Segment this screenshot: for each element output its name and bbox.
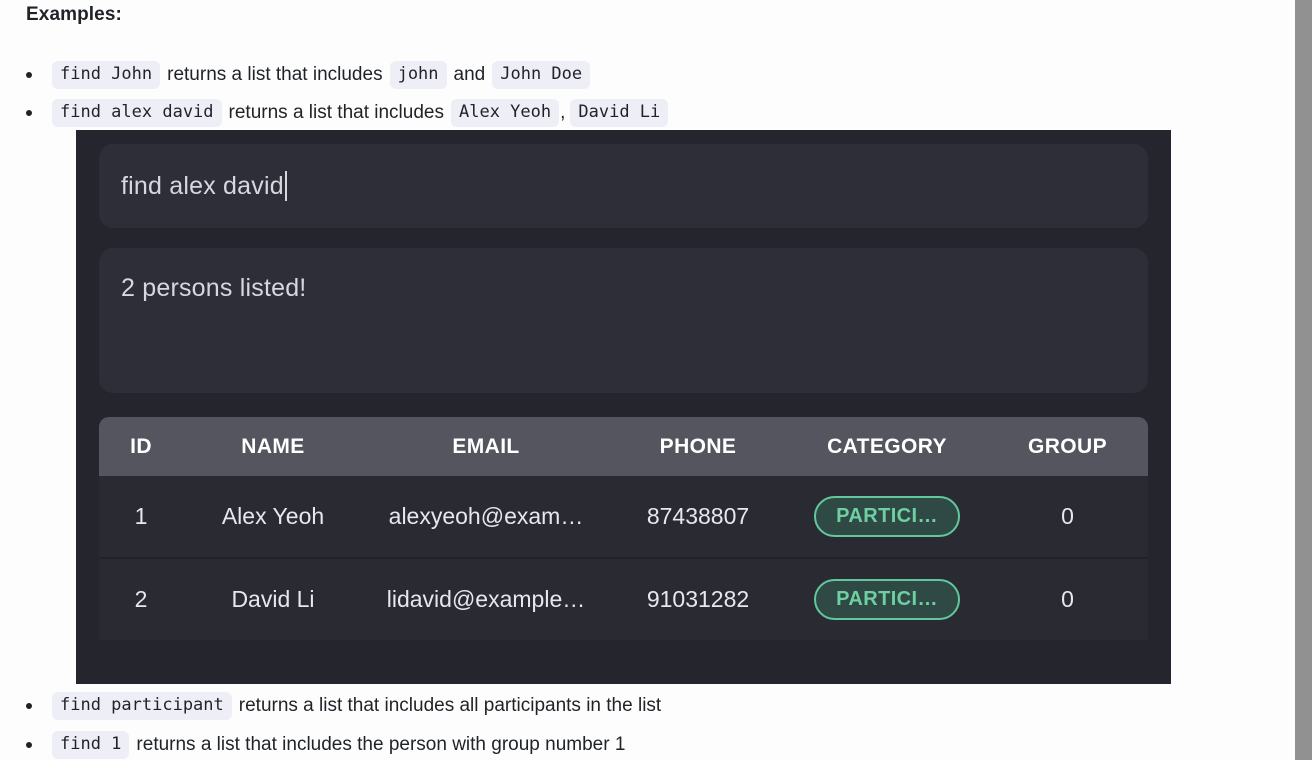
bullet-text-1: returns a list that includes bbox=[167, 64, 383, 86]
person-table-body: 1 Alex Yeoh alexyeoh@exam… 87438807 PART… bbox=[99, 476, 1148, 640]
code-chip-alex-yeoh: Alex Yeoh bbox=[450, 99, 560, 128]
bullet-find-john: find John returns a list that includes j… bbox=[26, 61, 591, 90]
command-input[interactable]: find alex david bbox=[99, 144, 1148, 228]
code-chip-find-alex-david: find alex david bbox=[52, 99, 222, 128]
cell-email: lidavid@example… bbox=[363, 558, 609, 640]
table-row[interactable]: 1 Alex Yeoh alexyeoh@exam… 87438807 PART… bbox=[99, 476, 1148, 559]
table-header-row: ID NAME EMAIL PHONE CATEGORY GROUP bbox=[99, 417, 1148, 476]
bullet-comma: , bbox=[560, 102, 566, 124]
bullet-dot-icon bbox=[26, 742, 32, 749]
column-header-email: EMAIL bbox=[363, 417, 609, 476]
bullet-find-1: find 1 returns a list that includes the … bbox=[26, 731, 632, 760]
cell-id: 1 bbox=[99, 476, 183, 559]
bullet-dot-icon bbox=[26, 110, 32, 117]
code-chip-find-1: find 1 bbox=[52, 731, 130, 760]
app-screenshot-panel: find alex david 2 persons listed! ID NAM… bbox=[76, 130, 1171, 684]
page-title: Examples: bbox=[26, 4, 122, 25]
bullet-dot-icon bbox=[26, 703, 32, 710]
cell-phone: 87438807 bbox=[609, 476, 787, 559]
bullet-find-alex-david: find alex david returns a list that incl… bbox=[26, 99, 669, 128]
code-chip-john: john bbox=[389, 61, 447, 90]
scrollbar-track[interactable] bbox=[1295, 0, 1312, 760]
column-header-category: CATEGORY bbox=[787, 417, 987, 476]
status-badge: PARTICI… bbox=[814, 579, 960, 620]
bullet-text-2: returns a list that includes bbox=[228, 102, 444, 124]
column-header-name: NAME bbox=[183, 417, 363, 476]
table-row[interactable]: 2 David Li lidavid@example… 91031282 PAR… bbox=[99, 558, 1148, 640]
code-chip-david-li: David Li bbox=[570, 99, 669, 128]
code-chip-find-john: find John bbox=[52, 61, 161, 90]
bullet-dot-icon bbox=[26, 72, 32, 79]
cell-group: 0 bbox=[987, 476, 1148, 559]
code-chip-find-participant: find participant bbox=[52, 692, 232, 721]
cell-category: PARTICI… bbox=[787, 476, 987, 559]
bullet-find-participant: find participant returns a list that inc… bbox=[26, 692, 668, 721]
column-header-phone: PHONE bbox=[609, 417, 787, 476]
person-table-header: ID NAME EMAIL PHONE CATEGORY GROUP bbox=[99, 417, 1148, 476]
cell-email: alexyeoh@exam… bbox=[363, 476, 609, 559]
person-table: ID NAME EMAIL PHONE CATEGORY GROUP 1 Ale… bbox=[99, 417, 1148, 640]
result-display-message: 2 persons listed! bbox=[121, 274, 307, 302]
code-chip-john-doe: John Doe bbox=[492, 61, 591, 90]
cell-group: 0 bbox=[987, 558, 1148, 640]
bullet-text-and: and bbox=[453, 64, 486, 86]
cell-name: Alex Yeoh bbox=[183, 476, 363, 559]
result-display: 2 persons listed! bbox=[99, 248, 1148, 393]
cell-phone: 91031282 bbox=[609, 558, 787, 640]
cell-category: PARTICI… bbox=[787, 558, 987, 640]
bullet-text-4: returns a list that includes the person … bbox=[136, 734, 626, 756]
cell-id: 2 bbox=[99, 558, 183, 640]
text-caret bbox=[284, 171, 287, 201]
bullet-text-3: returns a list that includes all partici… bbox=[238, 695, 662, 717]
status-badge: PARTICI… bbox=[814, 496, 960, 537]
scrollbar-thumb[interactable] bbox=[1295, 0, 1312, 760]
command-input-value: find alex david bbox=[121, 171, 284, 200]
cell-name: David Li bbox=[183, 558, 363, 640]
column-header-group: GROUP bbox=[987, 417, 1148, 476]
column-header-id: ID bbox=[99, 417, 183, 476]
